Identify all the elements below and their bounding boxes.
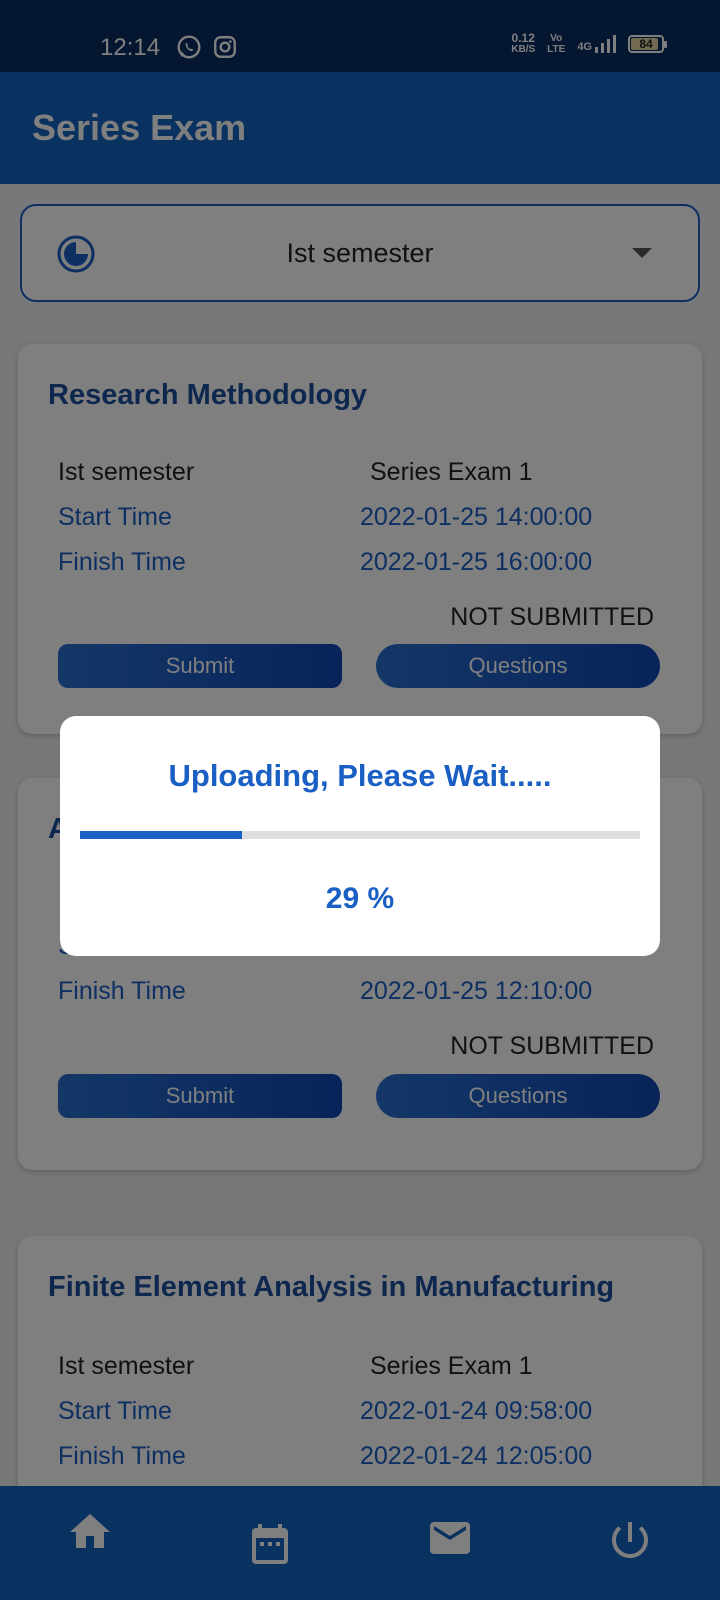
upload-progress-fill	[80, 831, 243, 839]
upload-dialog: Uploading, Please Wait..... 29 %	[60, 716, 660, 956]
upload-progress-text: 29 %	[325, 882, 395, 915]
upload-progress-bar	[80, 831, 640, 839]
dialog-title: Uploading, Please Wait.....	[168, 758, 552, 793]
